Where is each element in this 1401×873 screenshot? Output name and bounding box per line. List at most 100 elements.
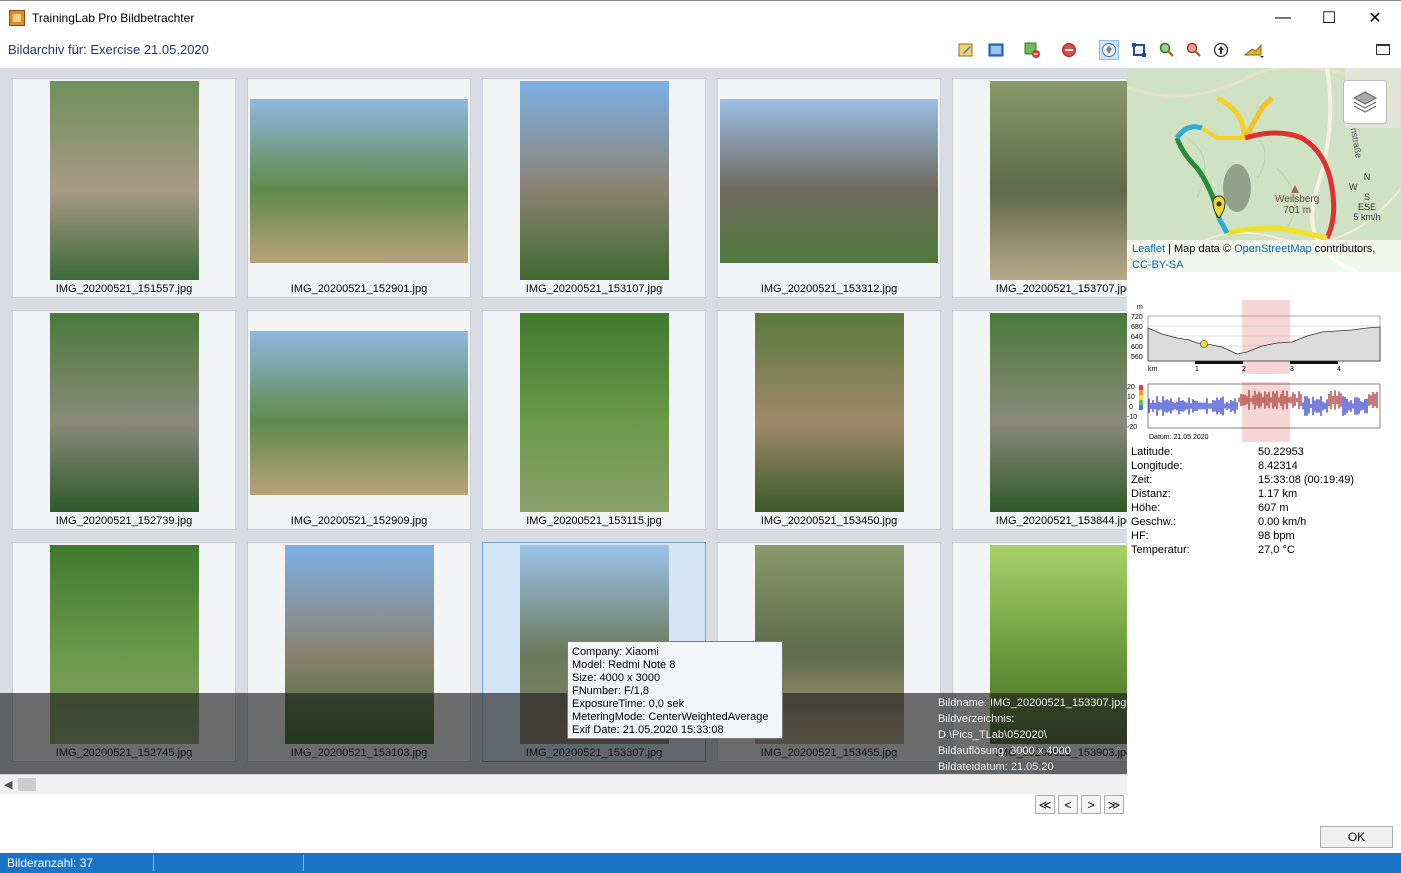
close-button[interactable]: ✕: [1352, 1, 1398, 34]
attrib-contrib: contributors,: [1311, 243, 1376, 255]
thumbnail-item[interactable]: IMG_20200521_152909.jpg: [247, 310, 471, 530]
tooltip-line: Size: 4000 x 3000: [572, 672, 661, 684]
map-place-label: Weilsberg 701 m: [1275, 194, 1319, 216]
edit-image-icon[interactable]: [956, 40, 976, 60]
slideshow-icon[interactable]: [986, 40, 1006, 60]
map-attribution: Leaflet | Map data © OpenStreetMap contr…: [1127, 240, 1401, 272]
license-link[interactable]: CC-BY-SA: [1132, 259, 1184, 271]
heartrate-chart: 20 10 0 -10 -20 Datum: 21.05.2020: [1127, 382, 1381, 442]
maximize-button[interactable]: ☐: [1306, 1, 1352, 34]
layers-icon: [1352, 91, 1378, 113]
thumbnail-caption: IMG_20200521_153312.jpg: [760, 283, 898, 295]
status-bar: Bilderanzahl: 37: [0, 853, 1401, 873]
thumbnail-image: [50, 313, 199, 512]
prev-page-button[interactable]: <: [1058, 795, 1078, 814]
place-elevation: 701 m: [1283, 205, 1312, 216]
elev-unit: m: [1137, 304, 1143, 311]
stat-label: Zeit:: [1131, 474, 1153, 486]
app-icon: [9, 10, 25, 26]
horizontal-scrollbar[interactable]: ◀: [0, 774, 1127, 794]
zoom-out-icon[interactable]: [1184, 40, 1204, 60]
track-stats: Latitude: 50.22953 Longitude: 8.42314 Zeit: 1…: [1131, 446, 1397, 558]
stat-row: Latitude: 50.22953: [1131, 446, 1397, 460]
stat-label: Longitude:: [1131, 460, 1183, 472]
upload-icon[interactable]: [1211, 40, 1231, 60]
stat-label: Geschw.:: [1131, 516, 1177, 528]
elev-x-unit: km: [1148, 366, 1158, 373]
map-view-icon[interactable]: [1099, 40, 1119, 60]
scrollbar-thumb[interactable]: [18, 778, 36, 791]
image-count: Bilderanzahl: 37: [7, 856, 94, 870]
next-page-button[interactable]: >: [1081, 795, 1101, 814]
exif-tooltip: Company: Xiaomi Model: Redmi Note 8 Size…: [567, 641, 783, 739]
tooltip-line: Exif Date: 21.05.2020 15:33:08: [572, 724, 724, 736]
osm-link[interactable]: OpenStreetMap: [1234, 243, 1312, 255]
thumbnail-item[interactable]: IMG_20200521_153107.jpg: [482, 78, 706, 298]
thumbnail-gallery: IMG_20200521_151557.jpg IMG_20200521_1529…: [0, 68, 1127, 774]
stat-value: 0.00 km/h: [1258, 516, 1307, 528]
thumbnail-item[interactable]: IMG_20200521_153115.jpg: [482, 310, 706, 530]
right-panel: Weilsberg 701 m nstraße N W S ESE 5 km/h…: [1127, 68, 1401, 854]
stat-value: 27,0 °C: [1258, 544, 1295, 556]
stat-row: Temperatur: 27,0 °C: [1131, 544, 1397, 558]
leaflet-link[interactable]: Leaflet: [1132, 243, 1165, 255]
window-title: TrainingLab Pro Bildbetrachter: [32, 11, 195, 25]
add-image-icon[interactable]: [1022, 40, 1042, 60]
first-page-button[interactable]: ≪: [1035, 795, 1055, 814]
stat-label: Höhe:: [1131, 502, 1161, 514]
stat-row: Höhe: 607 m: [1131, 502, 1397, 516]
last-page-button[interactable]: ≫: [1104, 795, 1124, 814]
scroll-left-icon[interactable]: ◀: [4, 778, 12, 791]
thumbnail-image: [720, 99, 938, 263]
stat-row: Geschw.: 0.00 km/h: [1131, 516, 1397, 530]
thumbnail-item[interactable]: IMG_20200521_153707.jpg: [952, 78, 1127, 298]
time-highlight: [1242, 300, 1290, 374]
thumbnail-image: [520, 81, 669, 280]
thumbnail-caption: IMG_20200521_152739.jpg: [55, 515, 193, 527]
map-layers-button[interactable]: [1343, 80, 1387, 124]
minimize-button[interactable]: —: [1260, 1, 1306, 34]
thumbnail-caption: IMG_20200521_152901.jpg: [290, 283, 428, 295]
stat-row: HF: 98 bpm: [1131, 530, 1397, 544]
stat-value: 50.22953: [1258, 446, 1304, 458]
hr-date: Datum: 21.05.2020: [1149, 434, 1209, 441]
route-map[interactable]: Weilsberg 701 m nstraße N W S ESE 5 km/h…: [1127, 68, 1401, 272]
fullscreen-icon[interactable]: [1129, 40, 1149, 60]
thumbnail-item[interactable]: IMG_20200521_151557.jpg: [12, 78, 236, 298]
chart-dropdown-icon[interactable]: [1241, 40, 1267, 60]
thumbnail-item[interactable]: IMG_20200521_152739.jpg: [12, 310, 236, 530]
stat-row: Distanz: 1.17 km: [1131, 488, 1397, 502]
thumbnail-item[interactable]: IMG_20200521_152901.jpg: [247, 78, 471, 298]
thumbnail-item[interactable]: IMG_20200521_153312.jpg: [717, 78, 941, 298]
thumbnail-item[interactable]: IMG_20200521_153844.jpg: [952, 310, 1127, 530]
ok-button[interactable]: OK: [1320, 826, 1393, 848]
hr-tick: 10: [1127, 394, 1135, 401]
thumbnail-caption: IMG_20200521_153115.jpg: [526, 515, 662, 527]
image-info-overlay: Bildname: IMG_20200521_153307.jpg Bildve…: [938, 695, 1126, 774]
stat-label: Temperatur:: [1131, 544, 1190, 556]
hr-tick: 20: [1127, 384, 1135, 391]
stat-row: Zeit: 15:33:08 (00:19:49): [1131, 474, 1397, 488]
compass-n: N: [1363, 172, 1371, 182]
thumbnail-image: [520, 313, 669, 512]
thumbnail-image: [990, 81, 1127, 280]
stat-label: Latitude:: [1131, 446, 1174, 458]
tooltip-line: ExposureTime: 0,0 sek: [572, 698, 685, 710]
elevation-chart: m 720 680 640 600 560 km 1 2 3 4: [1131, 300, 1381, 374]
tooltip-line: Company: Xiaomi: [572, 646, 659, 658]
overlay-line: Bildname: IMG_20200521_153307.jpg: [938, 697, 1127, 709]
elev-x-tick: 4: [1337, 366, 1341, 373]
stat-value: 1.17 km: [1258, 488, 1298, 500]
thumbnail-caption: IMG_20200521_153844.jpg: [995, 515, 1127, 527]
panel-maximize-icon[interactable]: [1376, 44, 1390, 55]
delete-icon[interactable]: [1059, 40, 1079, 60]
elev-x-tick: 3: [1290, 366, 1294, 373]
hr-tick: 0: [1129, 404, 1133, 411]
overlay-line: Bildverzeichnis:: [938, 713, 1015, 725]
thumbnail-item[interactable]: IMG_20200521_153450.jpg: [717, 310, 941, 530]
elev-tick: 680: [1131, 324, 1143, 331]
stat-value: 607 m: [1258, 502, 1289, 514]
thumbnail-caption: IMG_20200521_151557.jpg: [55, 283, 193, 295]
zoom-in-icon[interactable]: [1157, 40, 1177, 60]
tooltip-line: FNumber: F/1,8: [572, 685, 650, 697]
